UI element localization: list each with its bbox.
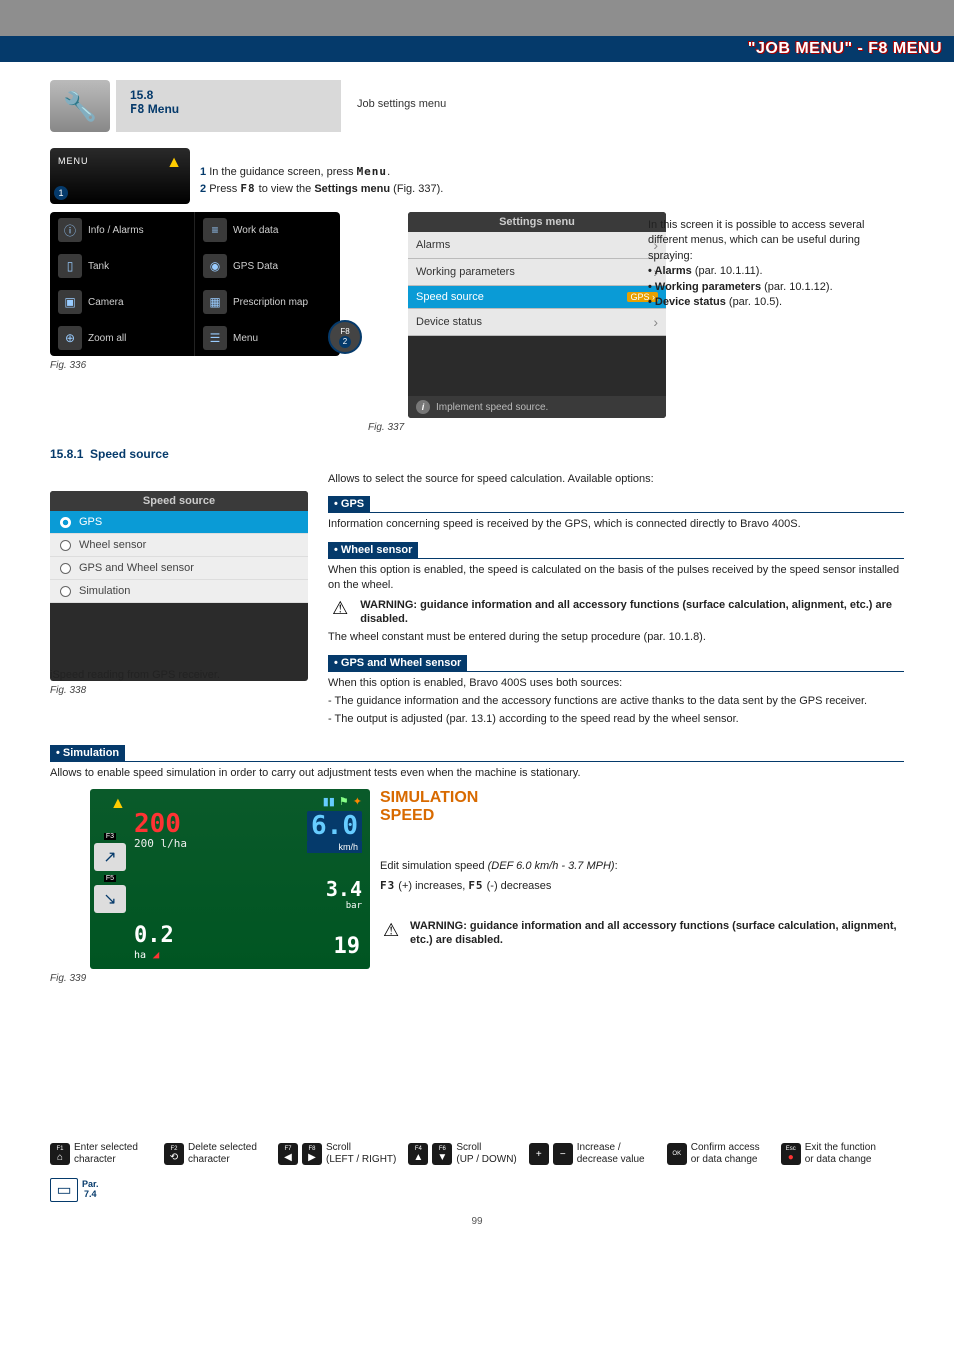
settings-item-alarms: Alarms› [408, 232, 666, 259]
guidance-menu-thumb: ▲ MENU 1 [50, 148, 190, 204]
footer-key-legend: F1⌂ Enter selected character F2⟲ Delete … [0, 1132, 954, 1210]
page-number: 99 [0, 1210, 954, 1245]
f8-key-icon: F8▶ [302, 1143, 322, 1165]
section-caption: Job settings menu [341, 80, 446, 132]
speed-intro: Allows to select the source for speed ca… [328, 472, 904, 487]
fig339-caption: Fig. 339 [50, 973, 370, 984]
f8-badge: F8 2 [328, 320, 362, 354]
radio-icon [60, 540, 71, 551]
menu-label: Menu [148, 102, 179, 116]
option-gps: GPS [50, 511, 308, 534]
wrench-icon: 🔧 [50, 80, 110, 132]
menu-icon: ☰ [203, 326, 227, 350]
settings-title: Settings menu [408, 212, 666, 232]
warning-triangle-icon: ⚠ [328, 598, 352, 620]
area-display: 0.2ha ◢ [134, 923, 174, 961]
f2-key-icon: F2⟲ [164, 1143, 184, 1165]
tank-icon: ▯ [58, 254, 82, 278]
rate-display: 200200 l/ha [134, 813, 187, 849]
lr-desc: Scroll(LEFT / RIGHT) [326, 1142, 396, 1166]
wheel-desc2: The wheel constant must be entered durin… [328, 630, 904, 645]
ok-key-icon: OK [667, 1143, 687, 1165]
settings-item-speed-source: Speed sourceGPS › [408, 286, 666, 309]
top-grey-bar [0, 0, 954, 36]
gw-p1: When this option is enabled, Bravo 400S … [328, 676, 904, 691]
info-icon: i [416, 400, 430, 414]
settings-side-note: In this screen it is possible to access … [640, 212, 904, 310]
f1-key-icon: F1⌂ [50, 1143, 70, 1165]
camera-icon: ▣ [58, 290, 82, 314]
f3-button: F3↗ [94, 843, 126, 871]
status-icons: ▮▮⚑✦ [323, 795, 362, 808]
option-simulation: Simulation [50, 580, 308, 603]
warning-text: WARNING: guidance information and all ac… [360, 598, 904, 627]
edit-sim-speed: Edit simulation speed (DEF 6.0 km/h - 3.… [380, 859, 904, 874]
speed-display: 6.0km/h [307, 811, 362, 853]
subsection-heading: 15.8.1 Speed source [50, 447, 904, 461]
simulation-speed-title: SIMULATIONSPEED [380, 789, 904, 824]
gps-desc: Information concerning speed is received… [328, 517, 904, 532]
sim-warning: WARNING: guidance information and all ac… [410, 919, 904, 948]
fig338-caption: Fig. 338 [50, 685, 308, 696]
warning-triangle-icon: ▲ [166, 154, 182, 172]
pm-desc: Increase / decrease value [577, 1142, 655, 1166]
option-gps-wheel: GPS and Wheel sensor [50, 557, 308, 580]
menu-label-small: MENU [58, 156, 182, 166]
simulation-heading: • Simulation [50, 745, 125, 761]
esc-key-icon: Esc● [781, 1143, 801, 1165]
speed-hint: iSpeed reading from GPS receiver. [50, 669, 308, 681]
ud-desc: Scroll(UP / DOWN) [456, 1142, 516, 1166]
fig337-caption: Fig. 337 [368, 422, 626, 433]
gps-icon: ◉ [203, 254, 227, 278]
warning-triangle-icon: ▲ [110, 795, 126, 813]
par-ref: Par.7.4 [82, 1180, 99, 1200]
section-title-box: 15.8 F8 Menu [116, 80, 341, 132]
settings-menu-screenshot: Settings menu Alarms› Working parameters… [408, 212, 666, 418]
f4-key-icon: F4▲ [408, 1143, 428, 1165]
f7-key-icon: F7◀ [278, 1143, 298, 1165]
chapter-banner: "JOB MENU" - F8 MENU [0, 36, 954, 62]
esc-desc: Exit the function or data change [805, 1142, 883, 1166]
wheel-sensor-heading: • Wheel sensor [328, 542, 418, 558]
job-menu-screenshot: ⓘInfo / Alarms ≡Work data ▯Tank ◉GPS Dat… [50, 212, 340, 356]
settings-item-working-params: Working parameters› [408, 259, 666, 286]
speed-source-screenshot: Speed source GPS Wheel sensor GPS and Wh… [50, 491, 308, 681]
settings-item-device-status: Device status› [408, 309, 666, 336]
fig336-caption: Fig. 336 [50, 360, 354, 371]
option-wheel-sensor: Wheel sensor [50, 534, 308, 557]
radio-icon [60, 517, 71, 528]
rxmap-icon: ▦ [203, 290, 227, 314]
step-badge-1: 1 [54, 186, 68, 200]
radio-icon [60, 563, 71, 574]
instruction-text: 1 In the guidance screen, press Menu. 2 … [200, 148, 443, 204]
f3-f5-desc: F3 (+) increases, F5 (-) decreases [380, 878, 904, 894]
f1-desc: Enter selected character [74, 1142, 152, 1166]
plus-key-icon: + [529, 1143, 549, 1165]
speed-source-title: Speed source [50, 491, 308, 511]
simulation-screenshot: ▲ ▮▮⚑✦ 200200 l/ha 6.0km/h F3↗ F5↘ 3.4ba… [90, 789, 370, 969]
value-19: 19 [334, 934, 361, 959]
zoom-icon: ⊕ [58, 326, 82, 350]
sim-desc: Allows to enable speed simulation in ord… [50, 766, 904, 781]
f2-desc: Delete selected character [188, 1142, 266, 1166]
f8-label: F8 [130, 102, 144, 116]
ok-desc: Confirm access or data change [691, 1142, 769, 1166]
settings-hint: iImplement speed source. [408, 396, 666, 418]
gps-heading: • GPS [328, 496, 370, 512]
info-icon: ⓘ [58, 218, 82, 242]
gw-p3: - The output is adjusted (par. 13.1) acc… [328, 712, 904, 727]
warning-triangle-icon: ⚠ [380, 919, 402, 941]
gw-p2: - The guidance information and the acces… [328, 694, 904, 709]
minus-key-icon: − [553, 1143, 573, 1165]
book-icon: ▭ [50, 1178, 78, 1202]
section-number: 15.8 [130, 88, 327, 102]
f6-key-icon: F6▼ [432, 1143, 452, 1165]
workdata-icon: ≡ [203, 218, 227, 242]
gps-wheel-heading: • GPS and Wheel sensor [328, 655, 467, 671]
radio-icon [60, 586, 71, 597]
f5-button: F5↘ [94, 885, 126, 913]
chevron-right-icon: › [653, 314, 658, 330]
wheel-desc1: When this option is enabled, the speed i… [328, 563, 904, 594]
pressure-display: 3.4bar [326, 877, 362, 911]
